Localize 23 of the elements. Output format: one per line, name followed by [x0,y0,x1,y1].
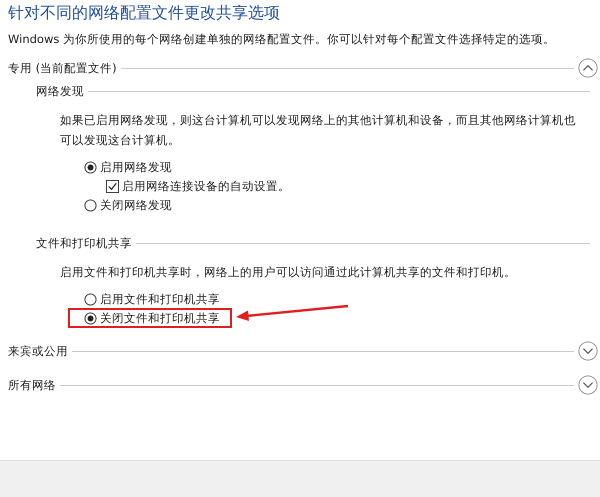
description: Windows 为你所使用的每个网络创建单独的网络配置文件。你可以针对每个配置文件选择特定的选项。 [8,31,556,48]
option-label: 关闭网络发现 [100,198,172,213]
page-title: 针对不同的网络配置文件更改共享选项 [8,2,281,24]
arrow-icon [234,303,350,323]
section-heading: 文件和打印机共享 [36,236,132,250]
checkbox[interactable] [106,180,119,193]
radio-button[interactable] [84,293,97,306]
chevron-icon[interactable] [578,58,598,78]
chevron-icon[interactable] [578,341,598,361]
radio-button[interactable] [84,199,97,212]
chevron-icon[interactable] [578,375,598,395]
option-label: 关闭文件和打印机共享 [100,311,220,326]
radio-button[interactable] [84,161,97,174]
profile-heading: 专用 (当前配置文件) [8,60,117,76]
profile-heading: 所有网络 [8,378,56,392]
option-label: 启用网络发现 [100,160,172,175]
section-text: 如果已启用网络发现，则这台计算机可以发现网络上的其他计算机和设备，而且其他网络计算机也可以发现这台计算机。 [60,112,577,149]
option-label: 启用文件和打印机共享 [100,292,220,307]
section-heading: 网络发现 [36,84,84,98]
section-text: 启用文件和打印机共享时，网络上的用户可以访问通过此计算机共享的文件和打印机。 [60,264,517,281]
option-label: 启用网络连接设备的自动设置。 [122,179,290,194]
radio-button[interactable] [84,312,97,325]
profile-heading: 来宾或公用 [8,344,68,358]
